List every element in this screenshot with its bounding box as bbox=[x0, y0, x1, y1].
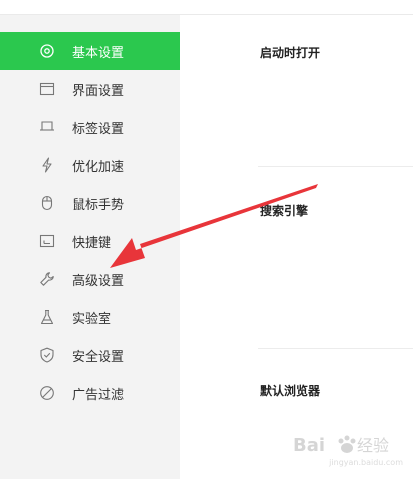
sidebar-item-label: 鼠标手势 bbox=[72, 197, 125, 213]
gear-icon bbox=[38, 42, 56, 60]
sidebar-item-label: 标签设置 bbox=[72, 121, 125, 137]
block-icon bbox=[38, 384, 56, 402]
sidebar-item-label: 安全设置 bbox=[72, 349, 125, 365]
svg-text:Bai: Bai bbox=[293, 435, 325, 456]
sidebar-item-label: 快捷键 bbox=[72, 235, 112, 251]
sidebar-item-basic-settings[interactable]: 基本设置 bbox=[0, 32, 180, 70]
window-icon bbox=[38, 80, 56, 98]
sidebar-item-label: 高级设置 bbox=[72, 273, 125, 289]
section-title-startup: 启动时打开 bbox=[260, 46, 321, 60]
settings-page: 基本设置 界面设置 标签设置 优化加速 鼠标手势 快捷键 高级设置 实验室 安全… bbox=[0, 0, 413, 479]
mouse-icon bbox=[38, 194, 56, 212]
sidebar-item-label: 基本设置 bbox=[72, 45, 125, 61]
section-divider bbox=[258, 166, 413, 167]
settings-sidebar: 基本设置 界面设置 标签设置 优化加速 鼠标手势 快捷键 高级设置 实验室 安全… bbox=[0, 15, 180, 479]
section-title-search-engine: 搜索引擎 bbox=[260, 204, 309, 218]
sidebar-item-label: 广告过滤 bbox=[72, 387, 125, 403]
watermark-url: jingyan.baidu.com bbox=[329, 458, 403, 467]
baidu-logo-icon: Bai 经验 bbox=[293, 435, 389, 456]
baidu-watermark: Bai 经验 jingyan.baidu.com bbox=[293, 431, 403, 467]
sidebar-item-label: 优化加速 bbox=[72, 159, 125, 175]
sidebar-item-security-settings[interactable]: 安全设置 bbox=[0, 336, 180, 374]
sidebar-item-interface-settings[interactable]: 界面设置 bbox=[0, 70, 180, 108]
lightning-icon bbox=[38, 156, 56, 174]
flask-icon bbox=[38, 308, 56, 326]
sidebar-item-advanced-settings[interactable]: 高级设置 bbox=[0, 260, 180, 298]
keyboard-icon bbox=[38, 232, 56, 250]
section-title-default-browser: 默认浏览器 bbox=[260, 384, 321, 398]
sidebar-item-optimize-speed[interactable]: 优化加速 bbox=[0, 146, 180, 184]
sidebar-item-mouse-gestures[interactable]: 鼠标手势 bbox=[0, 184, 180, 222]
svg-text:经验: 经验 bbox=[357, 436, 389, 455]
sidebar-item-shortcuts[interactable]: 快捷键 bbox=[0, 222, 180, 260]
sidebar-item-lab[interactable]: 实验室 bbox=[0, 298, 180, 336]
section-divider bbox=[258, 348, 413, 349]
sidebar-item-ad-filter[interactable]: 广告过滤 bbox=[0, 374, 180, 412]
wrench-icon bbox=[38, 270, 56, 288]
sidebar-item-label: 界面设置 bbox=[72, 83, 125, 99]
sidebar-item-label: 实验室 bbox=[72, 311, 112, 327]
sidebar-item-tab-settings[interactable]: 标签设置 bbox=[0, 108, 180, 146]
shield-icon bbox=[38, 346, 56, 364]
tab-icon bbox=[38, 118, 56, 136]
